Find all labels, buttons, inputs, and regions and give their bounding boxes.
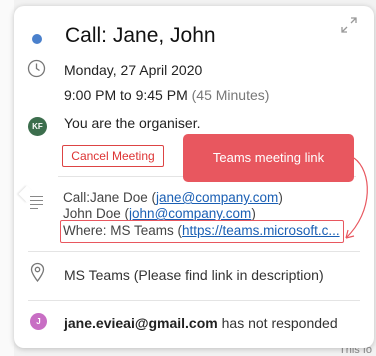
- teams-link-callout: Teams meeting link: [183, 134, 354, 182]
- event-time: 9:00 PM to 9:45 PM (45 Minutes): [64, 87, 269, 103]
- event-detail-popup: Call: Jane, John Monday, 27 April 2020 9…: [14, 6, 374, 348]
- divider: [28, 300, 360, 301]
- attendee-response: has not responded: [217, 315, 338, 331]
- divider: [28, 251, 360, 252]
- description-line-2-text: John Doe (: [63, 206, 130, 221]
- event-time-range: 9:00 PM to 9:45 PM: [64, 87, 188, 103]
- location-pin-icon: [30, 262, 45, 282]
- description-line-1: Call:Jane Doe (jane@company.com): [63, 190, 283, 205]
- description-line-2-suffix: ): [251, 206, 256, 221]
- event-title: Call: Jane, John: [65, 24, 216, 47]
- attendee-status: jane.evieai@gmail.com has not responded: [64, 315, 338, 331]
- event-date: Monday, 27 April 2020: [64, 62, 203, 78]
- attendee-email: jane.evieai@gmail.com: [64, 315, 218, 331]
- clock-icon: [27, 59, 46, 78]
- description-line-1-text: Call:Jane Doe (: [63, 190, 157, 205]
- attendee-avatar: J: [30, 313, 47, 330]
- teams-link-highlight-box: [60, 220, 344, 243]
- description-icon: [30, 196, 43, 212]
- jane-email-link[interactable]: jane@company.com: [156, 190, 278, 205]
- event-location: MS Teams (Please find link in descriptio…: [64, 267, 324, 283]
- background-strip: [0, 0, 14, 356]
- organiser-avatar: KF: [28, 117, 47, 136]
- organiser-text: You are the organiser.: [64, 115, 201, 131]
- john-email-link[interactable]: john@company.com: [129, 206, 251, 221]
- cancel-meeting-button[interactable]: Cancel Meeting: [62, 145, 164, 167]
- event-duration: (45 Minutes): [191, 87, 270, 103]
- callout-arrow: [345, 157, 368, 239]
- description-line-2: John Doe (john@company.com): [63, 206, 256, 221]
- calendar-color-dot: [32, 34, 42, 44]
- description-line-1-suffix: ): [278, 190, 283, 205]
- expand-icon[interactable]: [339, 15, 359, 35]
